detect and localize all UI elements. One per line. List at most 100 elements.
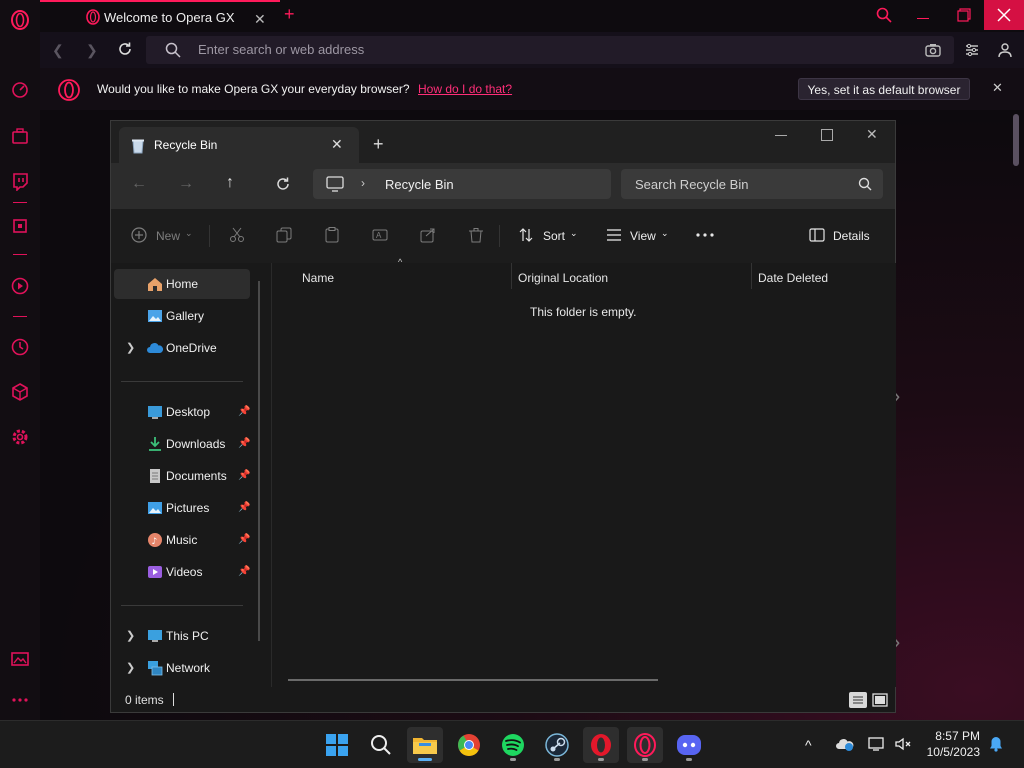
new-button[interactable]: New	[156, 229, 180, 243]
nav-item-music[interactable]: ♪ Music 📌	[114, 525, 250, 555]
taskbar-chrome[interactable]	[451, 727, 487, 763]
onedrive-tray-icon[interactable]	[836, 736, 854, 752]
sort-button[interactable]: Sort	[543, 229, 565, 243]
banner-help-link[interactable]: How do I do that?	[418, 82, 512, 96]
taskbar-spotify[interactable]	[495, 727, 531, 763]
nav-item-videos[interactable]: Videos 📌	[114, 557, 250, 587]
expand-chevron-icon[interactable]: ❯	[126, 661, 135, 674]
pin-icon[interactable]: 📌	[238, 470, 250, 481]
clock-time[interactable]: 8:57 PM	[930, 729, 980, 743]
forward-arrow-icon[interactable]: →	[178, 175, 194, 193]
player-icon[interactable]	[10, 276, 30, 296]
history-icon[interactable]	[10, 337, 30, 357]
paste-icon[interactable]	[324, 227, 340, 243]
back-arrow-icon[interactable]: ❮	[52, 42, 64, 59]
breadcrumb-chevron-icon[interactable]: ›	[361, 176, 365, 190]
column-header-original-location[interactable]: Original Location	[518, 271, 608, 285]
nav-item-gallery[interactable]: Gallery	[114, 301, 250, 331]
rename-icon[interactable]: A	[372, 227, 388, 243]
details-button[interactable]: Details	[833, 229, 870, 243]
recycle-bin-icon	[131, 138, 145, 154]
settings-gear-icon[interactable]	[10, 427, 30, 447]
explorer-tab[interactable]: Recycle Bin ✕	[119, 127, 359, 163]
explorer-tab-close-icon[interactable]: ✕	[331, 136, 343, 153]
nav-item-pictures[interactable]: Pictures 📌	[114, 493, 250, 523]
extensions-icon[interactable]	[10, 382, 30, 402]
gx-corner-icon[interactable]	[10, 126, 30, 146]
navigation-scrollbar[interactable]	[258, 281, 260, 641]
reload-icon[interactable]	[117, 41, 133, 57]
explorer-close-icon[interactable]: ✕	[866, 126, 878, 143]
start-button[interactable]	[319, 727, 355, 763]
nav-item-home[interactable]: Home	[114, 269, 250, 299]
copy-icon[interactable]	[276, 227, 292, 243]
address-bar[interactable]: Enter search or web address	[146, 36, 954, 64]
delete-trash-icon[interactable]	[468, 227, 484, 243]
more-options-icon[interactable]	[696, 233, 714, 237]
taskbar-opera[interactable]	[583, 727, 619, 763]
wallpaper-icon[interactable]	[10, 649, 30, 669]
pin-icon[interactable]: 📌	[238, 566, 250, 577]
nav-item-this-pc[interactable]: ❯ This PC	[114, 621, 250, 651]
explorer-maximize-icon[interactable]	[821, 129, 833, 141]
browser-tab[interactable]: Welcome to Opera GX ✕	[40, 0, 280, 32]
nav-item-onedrive[interactable]: ❯ OneDrive	[114, 333, 250, 363]
browser-tab-close-icon[interactable]: ✕	[254, 11, 266, 28]
gx-control-icon[interactable]	[10, 80, 30, 100]
nav-item-documents[interactable]: Documents 📌	[114, 461, 250, 491]
taskbar-steam[interactable]	[539, 727, 575, 763]
taskbar-file-explorer[interactable]	[407, 727, 443, 763]
set-default-button[interactable]: Yes, set it as default browser	[798, 78, 970, 100]
easy-setup-icon[interactable]	[964, 42, 980, 58]
page-scrollbar[interactable]	[1013, 114, 1019, 166]
notification-bell-icon[interactable]	[988, 736, 1004, 752]
expand-chevron-icon[interactable]: ❯	[126, 341, 135, 354]
cut-icon[interactable]	[229, 227, 245, 243]
view-button[interactable]: View	[630, 229, 656, 243]
profile-icon[interactable]	[998, 42, 1012, 58]
banner-close-icon[interactable]: ✕	[992, 80, 1003, 96]
explorer-minimize-icon[interactable]	[775, 135, 787, 136]
taskbar-opera-gx[interactable]	[627, 727, 663, 763]
browser-search-icon[interactable]	[876, 7, 892, 23]
share-icon[interactable]	[420, 227, 436, 243]
nav-item-desktop[interactable]: Desktop 📌	[114, 397, 250, 427]
more-dots-icon[interactable]	[10, 690, 30, 710]
volume-muted-icon[interactable]	[894, 736, 912, 752]
clock-date[interactable]: 10/5/2023	[920, 745, 980, 759]
browser-restore-icon[interactable]	[957, 8, 971, 22]
show-hidden-icons-chevron-icon[interactable]: ^	[805, 737, 812, 753]
column-header-date-deleted[interactable]: Date Deleted	[758, 271, 828, 285]
explorer-search-input[interactable]: Search Recycle Bin	[621, 169, 883, 199]
opera-logo-icon[interactable]	[10, 10, 30, 30]
browser-close-button[interactable]	[984, 0, 1024, 30]
nav-item-downloads[interactable]: Downloads 📌	[114, 429, 250, 459]
horizontal-scrollbar[interactable]	[288, 679, 658, 681]
nav-item-label: Downloads	[166, 437, 226, 451]
gx-hardware-icon[interactable]	[10, 216, 30, 236]
details-view-icon[interactable]	[849, 692, 867, 708]
nav-item-network[interactable]: ❯ Network	[114, 653, 250, 683]
taskbar-search-button[interactable]	[363, 727, 399, 763]
pin-icon[interactable]: 📌	[238, 406, 250, 417]
banner-message: Would you like to make Opera GX your eve…	[97, 82, 410, 96]
up-arrow-icon[interactable]: ↑	[226, 174, 234, 192]
column-header-name[interactable]: Name	[302, 271, 334, 285]
snapshot-camera-icon[interactable]	[925, 42, 941, 58]
taskbar-discord[interactable]	[671, 727, 707, 763]
explorer-new-tab-icon[interactable]: +	[373, 134, 384, 155]
large-icons-view-icon[interactable]	[872, 692, 888, 708]
forward-arrow-icon[interactable]: ❯	[86, 42, 98, 59]
back-arrow-icon[interactable]: ←	[131, 175, 147, 193]
pin-icon[interactable]: 📌	[238, 534, 250, 545]
refresh-icon[interactable]	[275, 176, 291, 192]
network-tray-icon[interactable]	[868, 736, 886, 752]
breadcrumb-bar[interactable]: › Recycle Bin	[313, 169, 611, 199]
breadcrumb-location[interactable]: Recycle Bin	[385, 177, 454, 192]
pin-icon[interactable]: 📌	[238, 438, 250, 449]
new-tab-icon[interactable]: +	[284, 4, 295, 25]
expand-chevron-icon[interactable]: ❯	[126, 629, 135, 642]
browser-minimize-icon[interactable]	[917, 18, 929, 19]
twitch-icon[interactable]	[10, 171, 30, 191]
pin-icon[interactable]: 📌	[238, 502, 250, 513]
